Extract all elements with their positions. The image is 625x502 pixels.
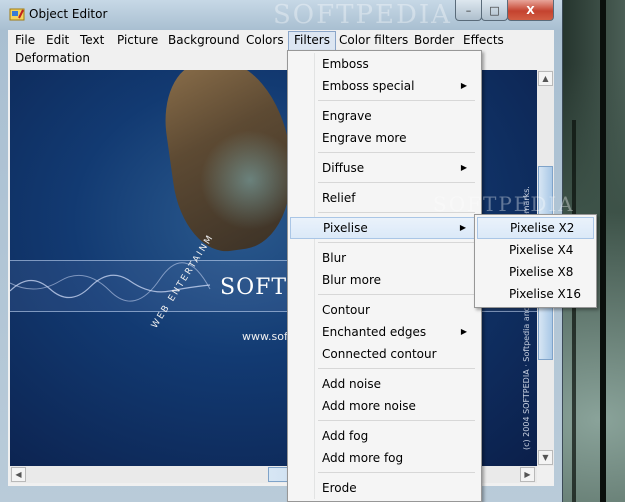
menu-separator [318, 472, 475, 473]
menu-border[interactable]: Border [409, 31, 459, 49]
pixelise-x16[interactable]: Pixelise X16 [477, 283, 594, 305]
item-label: Relief [322, 191, 356, 205]
filter-diffuse[interactable]: Diffuse ▶ [290, 157, 477, 179]
menu-separator [318, 100, 475, 101]
item-label: Add noise [322, 377, 381, 391]
item-label: Pixelise [323, 221, 368, 235]
filter-add-fog[interactable]: Add fog [290, 425, 477, 447]
pixelise-x2[interactable]: Pixelise X2 [477, 217, 594, 239]
scroll-down-button[interactable]: ▼ [538, 450, 553, 465]
item-label: Add more fog [322, 451, 404, 465]
menu-separator [318, 152, 475, 153]
menu-text[interactable]: Text [75, 31, 109, 49]
menu-picture[interactable]: Picture [112, 31, 163, 49]
filter-enchanted-edges[interactable]: Enchanted edges ▶ [290, 321, 477, 343]
menu-file[interactable]: File [10, 31, 40, 49]
menu-deformation[interactable]: Deformation [10, 49, 95, 67]
item-label: Emboss [322, 57, 369, 71]
item-label: Pixelise X4 [509, 243, 574, 257]
minimize-icon: – [465, 3, 472, 17]
menu-separator [318, 420, 475, 421]
filter-add-more-noise[interactable]: Add more noise [290, 395, 477, 417]
pixelise-x4[interactable]: Pixelise X4 [477, 239, 594, 261]
filters-dropdown: Emboss Emboss special ▶ Engrave Engrave m… [287, 50, 482, 502]
scroll-left-button[interactable]: ◀ [11, 467, 26, 482]
filter-engrave[interactable]: Engrave [290, 105, 477, 127]
filter-erode[interactable]: Erode [290, 477, 477, 499]
tree-trunk [572, 120, 576, 502]
menu-separator [318, 182, 475, 183]
scroll-right-button[interactable]: ▶ [520, 467, 535, 482]
filter-contour[interactable]: Contour [290, 299, 477, 321]
pixelise-submenu: Pixelise X2 Pixelise X4 Pixelise X8 Pixe… [474, 214, 597, 308]
maximize-icon: □ [489, 3, 500, 17]
item-label: Erode [322, 481, 357, 495]
menu-separator [318, 242, 475, 243]
filter-emboss[interactable]: Emboss [290, 53, 477, 75]
menu-color-filters[interactable]: Color filters [334, 31, 413, 49]
close-button[interactable]: X [507, 0, 554, 21]
item-label: Add more noise [322, 399, 416, 413]
pixelise-x8[interactable]: Pixelise X8 [477, 261, 594, 283]
window-title: Object Editor [29, 7, 108, 21]
filter-connected-contour[interactable]: Connected contour [290, 343, 477, 365]
submenu-arrow-icon: ▶ [460, 327, 467, 336]
filter-blur-more[interactable]: Blur more [290, 269, 477, 291]
item-label: Pixelise X2 [510, 221, 575, 235]
item-label: Enchanted edges [322, 325, 427, 339]
filter-add-more-fog[interactable]: Add more fog [290, 447, 477, 469]
watermark-text: SOFTPEDIA [273, 0, 452, 30]
scroll-up-button[interactable]: ▲ [538, 71, 553, 86]
item-label: Pixelise X16 [509, 287, 582, 301]
item-label: Add fog [322, 429, 369, 443]
item-label: Diffuse [322, 161, 365, 175]
item-label: Engrave [322, 109, 372, 123]
maximize-button[interactable]: □ [481, 0, 508, 21]
menu-separator [318, 368, 475, 369]
submenu-arrow-icon: ▶ [459, 223, 466, 232]
submenu-arrow-icon: ▶ [460, 163, 467, 172]
item-label: Blur more [322, 273, 382, 287]
menu-background[interactable]: Background [163, 31, 245, 49]
close-icon: X [526, 3, 535, 17]
filter-engrave-more[interactable]: Engrave more [290, 127, 477, 149]
item-label: Blur [322, 251, 347, 265]
menu-edit[interactable]: Edit [41, 31, 74, 49]
submenu-arrow-icon: ▶ [460, 81, 467, 90]
filter-add-noise[interactable]: Add noise [290, 373, 477, 395]
menu-colors[interactable]: Colors [241, 31, 289, 49]
item-label: Emboss special [322, 79, 415, 93]
menu-effects[interactable]: Effects [458, 31, 509, 49]
menu-filters[interactable]: Filters [288, 31, 336, 51]
reef-glow [200, 130, 300, 230]
item-label: Engrave more [322, 131, 407, 145]
item-label: Connected contour [322, 347, 437, 361]
watermark-text: SOFTPEDIA [433, 192, 575, 216]
minimize-button[interactable]: – [455, 0, 482, 21]
menu-separator [318, 294, 475, 295]
item-label: Contour [322, 303, 370, 317]
app-icon [9, 8, 25, 21]
tree-trunk [600, 0, 606, 502]
filter-emboss-special[interactable]: Emboss special ▶ [290, 75, 477, 97]
filter-blur[interactable]: Blur [290, 247, 477, 269]
filter-pixelise[interactable]: Pixelise ▶ [290, 217, 477, 239]
item-label: Pixelise X8 [509, 265, 574, 279]
